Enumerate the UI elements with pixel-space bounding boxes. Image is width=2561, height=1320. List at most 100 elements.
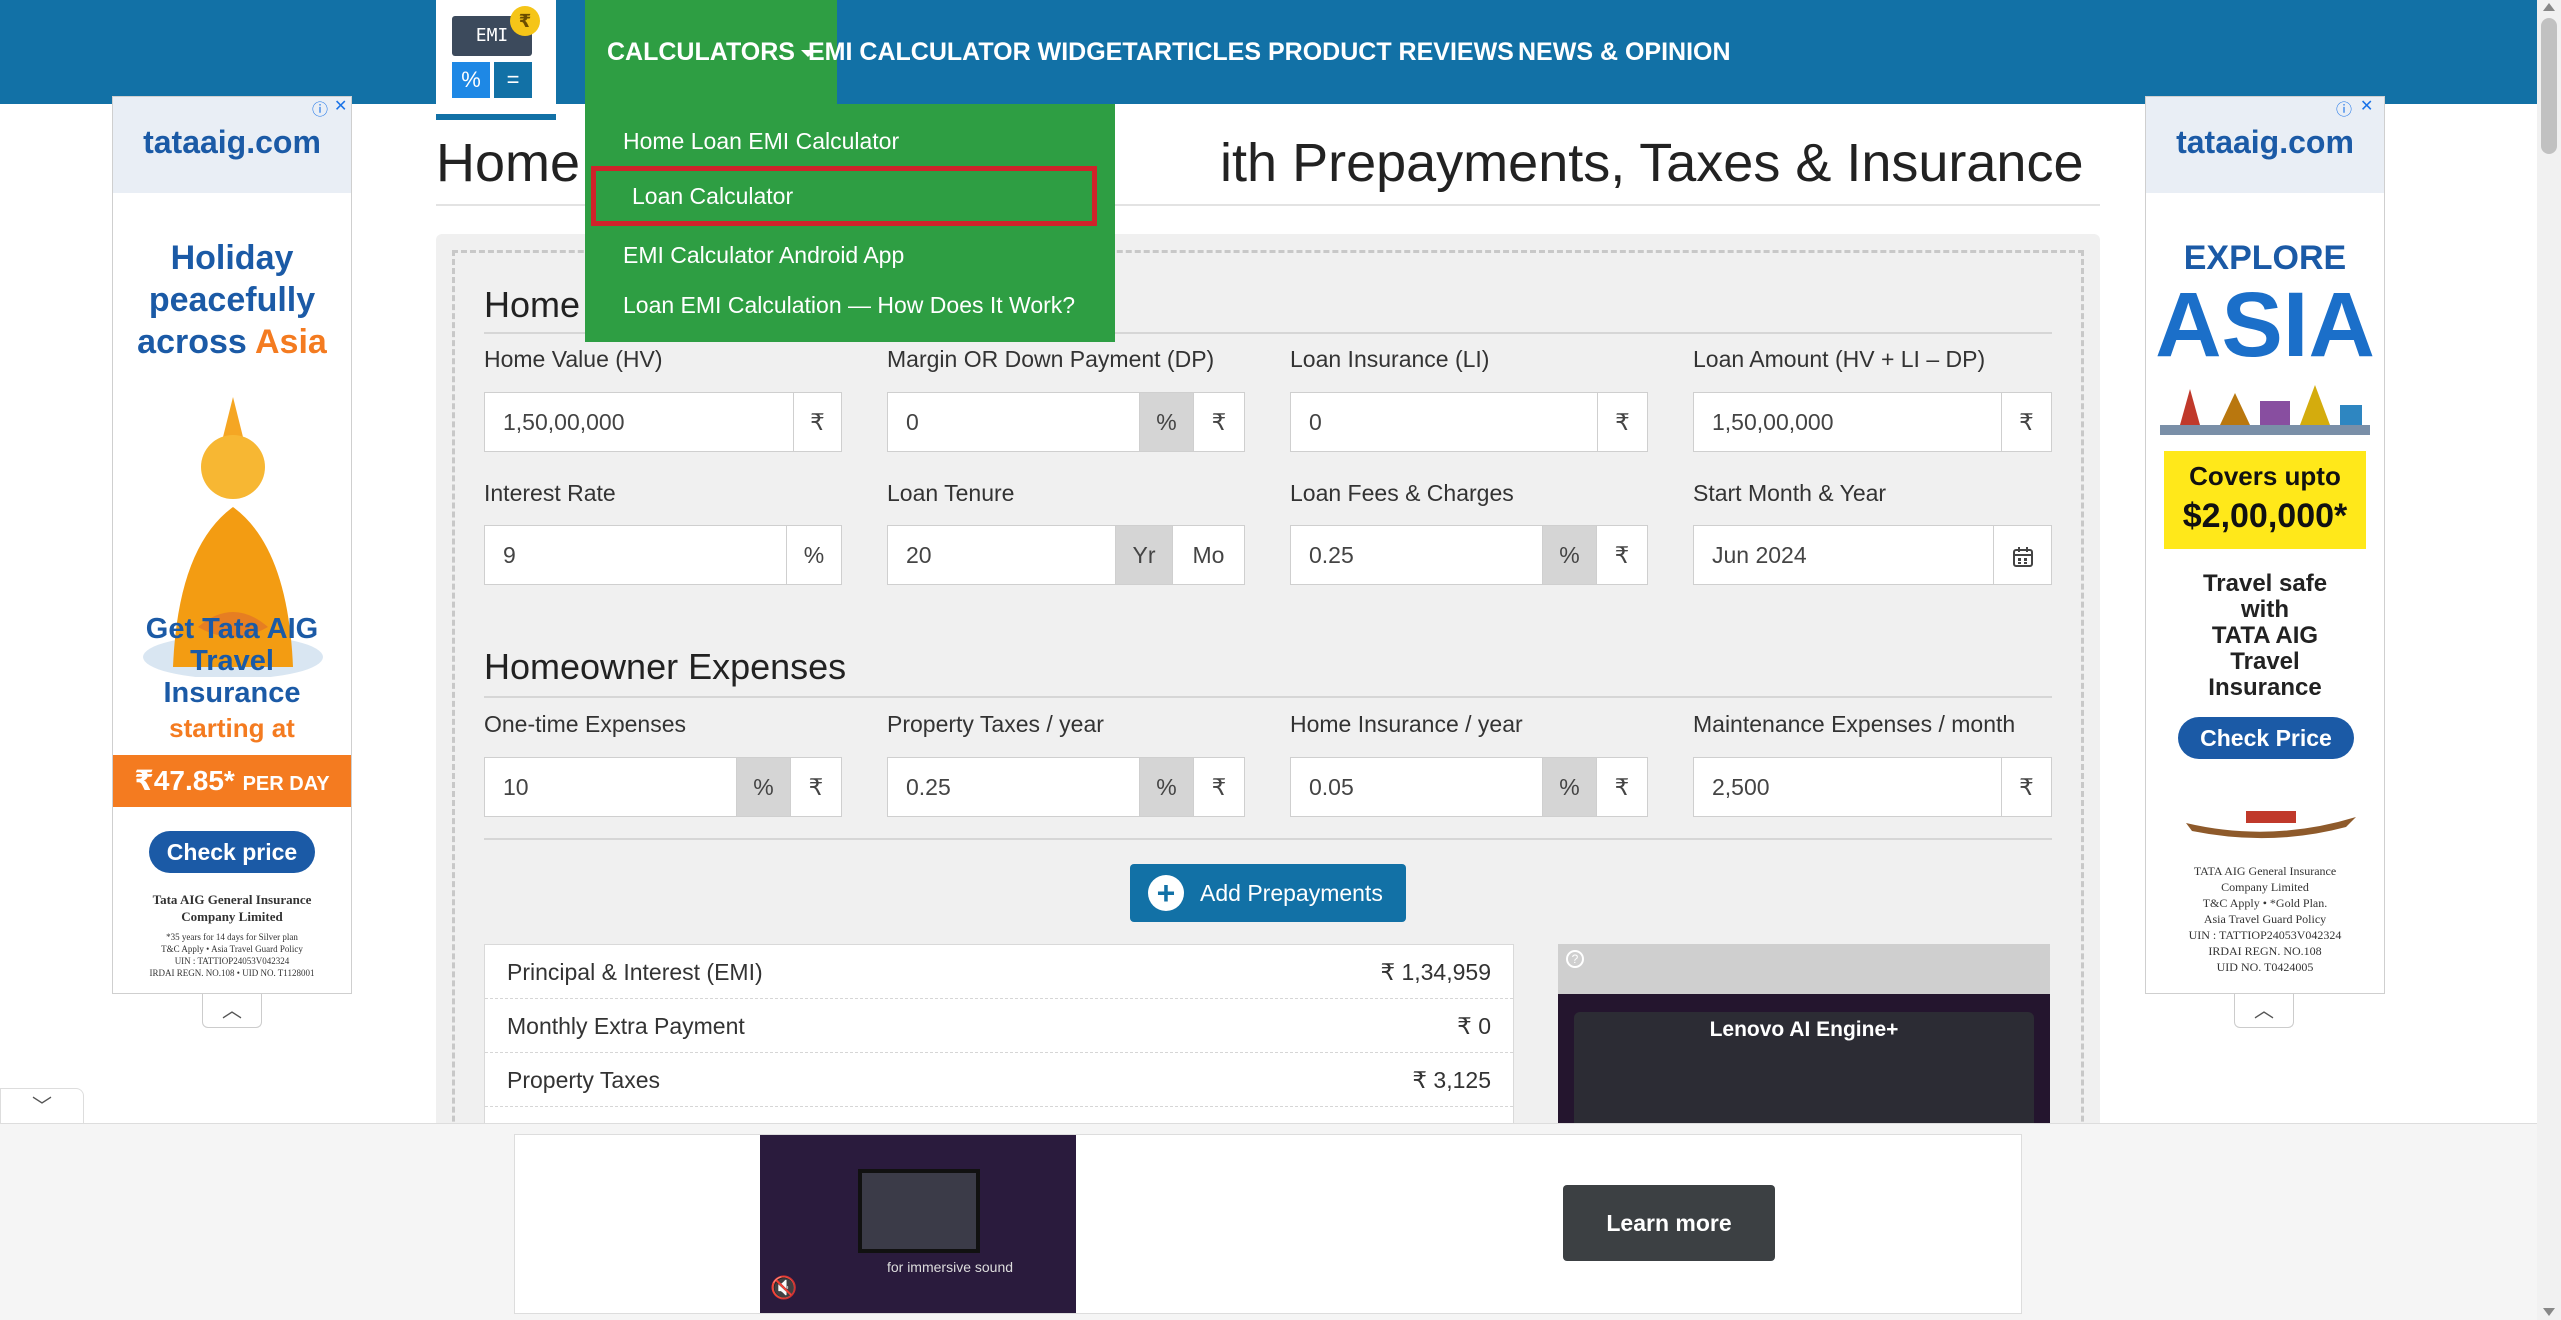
one-time-expenses-input[interactable]: 10 [484, 757, 737, 817]
calendar-button[interactable] [1993, 525, 2052, 585]
down-payment-rupee-toggle[interactable]: ₹ [1193, 392, 1245, 452]
calculators-dropdown-menu: Home Loan EMI Calculator Loan Calculator… [585, 104, 1115, 342]
one-time-expenses-label: One-time Expenses [484, 711, 686, 737]
learn-more-button[interactable]: Learn more [1563, 1185, 1775, 1261]
left-ad-subhead: Get Tata AIG Travel Insurance [145, 613, 319, 709]
video-advertisement[interactable]: ? Lenovo AI Engine+ [1558, 944, 2050, 1126]
nav-calculators[interactable]: CALCULATORS [585, 0, 837, 104]
left-ad-close-icon[interactable]: ✕ [334, 96, 347, 120]
summary-row-property-taxes: Property Taxes ₹ 3,125 [485, 1053, 1513, 1107]
right-ad-region: ASIA [2155, 274, 2375, 376]
expenses-bottom-divider [484, 838, 2052, 840]
page-scrollbar[interactable] [2537, 0, 2561, 1320]
loan-tenure-month-toggle[interactable]: Mo [1172, 525, 1245, 585]
right-ad-close-icon[interactable]: ✕ [2360, 96, 2373, 120]
summary-emi-value: ₹ 1,34,959 [1380, 959, 1491, 985]
loan-tenure-input[interactable]: 20 [887, 525, 1116, 585]
payment-summary-table: Principal & Interest (EMI) ₹ 1,34,959 Mo… [484, 944, 1514, 1130]
loan-insurance-rupee-addon[interactable]: ₹ [1597, 392, 1648, 452]
home-value-label: Home Value (HV) [484, 346, 663, 372]
property-taxes-percent-toggle[interactable]: % [1139, 757, 1194, 817]
chevron-down-icon: ﹀ [32, 1096, 52, 1118]
right-ad-choices-icon[interactable]: ⓘ [2336, 96, 2352, 120]
left-ad-company: Tata AIG General Insurance Company Limit… [152, 892, 312, 924]
loan-insurance-label: Loan Insurance (LI) [1290, 346, 1490, 372]
dropdown-item-home-loan-emi[interactable]: Home Loan EMI Calculator [623, 128, 899, 155]
one-time-expenses-rupee-toggle[interactable]: ₹ [790, 757, 842, 817]
loan-fees-input[interactable]: 0.25 [1290, 525, 1543, 585]
loan-amount-label: Loan Amount (HV + LI – DP) [1693, 346, 1986, 372]
left-ad-headline-accent: Asia [255, 323, 327, 361]
add-prepayments-label: Add Prepayments [1200, 880, 1383, 906]
left-ad-check-price-button[interactable]: Check price [149, 831, 315, 873]
maintenance-expenses-input[interactable]: 2,500 [1693, 757, 2002, 817]
longtail-boat-illustration [2186, 811, 2356, 839]
dropdown-item-android-app[interactable]: EMI Calculator Android App [623, 242, 904, 269]
down-payment-input[interactable]: 0 [887, 392, 1140, 452]
home-value-input[interactable]: 1,50,00,000 [484, 392, 794, 452]
maintenance-expenses-label: Maintenance Expenses / month [1693, 711, 2016, 737]
summary-row-emi: Principal & Interest (EMI) ₹ 1,34,959 [485, 945, 1513, 999]
loan-section-title: Home [484, 284, 581, 325]
summary-extra-value: ₹ 0 [1457, 1013, 1491, 1039]
scroll-down-arrow-icon[interactable] [2543, 1308, 2555, 1316]
loan-tenure-year-toggle[interactable]: Yr [1115, 525, 1173, 585]
loan-amount-rupee-addon[interactable]: ₹ [2001, 392, 2052, 452]
loan-insurance-input[interactable]: 0 [1290, 392, 1598, 452]
nav-emi-calculator-widget[interactable]: EMI CALCULATOR WIDGET [808, 0, 1138, 104]
right-ad-covers-box: Covers upto $2,00,000* [2164, 451, 2366, 549]
right-side-advertisement[interactable]: tataaig.com EXPLORE ASIA Covers upto $2,… [2145, 96, 2385, 994]
scrollbar-thumb[interactable] [2541, 18, 2557, 154]
right-ad-check-price-button[interactable]: Check Price [2178, 717, 2354, 759]
property-taxes-rupee-toggle[interactable]: ₹ [1193, 757, 1245, 817]
nav-articles[interactable]: ARTICLES [1136, 0, 1261, 104]
bottom-ad-media: for immersive sound 🔇 [760, 1135, 1076, 1313]
left-ad-choices-icon[interactable]: ⓘ [312, 96, 328, 120]
left-ad-headline-line2: peacefully [148, 281, 316, 319]
right-ad-tagline: Travel safe with TATA AIG Travel Insuran… [2202, 570, 2328, 701]
loan-fees-rupee-toggle[interactable]: ₹ [1596, 525, 1648, 585]
loan-amount-input[interactable]: 1,50,00,000 [1693, 392, 2002, 452]
chevron-up-icon: ︿ [2254, 1000, 2274, 1022]
dropdown-item-loan-calculator-label: Loan Calculator [632, 183, 794, 209]
expenses-section-title: Homeowner Expenses [484, 646, 847, 687]
loan-fees-label: Loan Fees & Charges [1290, 480, 1514, 506]
home-insurance-percent-toggle[interactable]: % [1542, 757, 1597, 817]
plus-icon: + [1148, 875, 1184, 911]
summary-extra-label: Monthly Extra Payment [507, 1013, 745, 1039]
home-insurance-input[interactable]: 0.05 [1290, 757, 1543, 817]
right-ad-collapse-button[interactable]: ︿ [2234, 994, 2294, 1028]
home-insurance-rupee-toggle[interactable]: ₹ [1596, 757, 1648, 817]
loan-fees-percent-toggle[interactable]: % [1542, 525, 1597, 585]
maintenance-rupee-addon[interactable]: ₹ [2001, 757, 2052, 817]
interest-rate-input[interactable]: 9 [484, 525, 787, 585]
left-ad-per-day: PER DAY [242, 773, 330, 795]
logo-equals-key: = [494, 62, 532, 98]
right-ad-explore: EXPLORE [2183, 239, 2347, 277]
nav-news-opinion[interactable]: NEWS & OPINION [1518, 0, 1731, 104]
ad-info-icon[interactable]: ? [1566, 950, 1584, 968]
down-payment-label: Margin OR Down Payment (DP) [887, 346, 1215, 372]
add-prepayments-button[interactable]: + Add Prepayments [1130, 864, 1406, 922]
bottom-advertisement[interactable]: for immersive sound 🔇 Learn more [514, 1134, 2022, 1314]
nav-product-reviews[interactable]: PRODUCT REVIEWS [1268, 0, 1514, 104]
scroll-up-arrow-icon[interactable] [2543, 3, 2555, 11]
one-time-expenses-percent-toggle[interactable]: % [736, 757, 791, 817]
calendar-icon [2012, 546, 2033, 567]
property-taxes-input[interactable]: 0.25 [887, 757, 1140, 817]
left-ad-headline: Holiday peacefully across Asia [113, 237, 351, 363]
left-ad-collapse-button[interactable]: ︿ [202, 994, 262, 1028]
interest-rate-percent-addon[interactable]: % [786, 525, 842, 585]
bottom-ad-caption: for immersive sound [886, 1259, 1014, 1275]
dropdown-item-how-it-works[interactable]: Loan EMI Calculation — How Does It Work? [623, 292, 1075, 319]
left-side-advertisement[interactable]: tataaig.com Holiday peacefully across As… [112, 96, 352, 994]
home-value-rupee-addon[interactable]: ₹ [793, 392, 842, 452]
down-payment-percent-toggle[interactable]: % [1139, 392, 1194, 452]
site-logo[interactable]: EMI ₹ % = [436, 0, 556, 120]
video-ad-screen: Lenovo AI Engine+ [1558, 994, 2050, 1126]
start-month-input[interactable]: Jun 2024 [1693, 525, 1994, 585]
bottom-ad-minimize-button[interactable]: ﹀ [0, 1088, 84, 1124]
dropdown-item-loan-calculator[interactable]: Loan Calculator [591, 166, 1097, 226]
mute-icon[interactable]: 🔇 [770, 1275, 798, 1303]
summary-taxes-value: ₹ 3,125 [1412, 1067, 1491, 1093]
